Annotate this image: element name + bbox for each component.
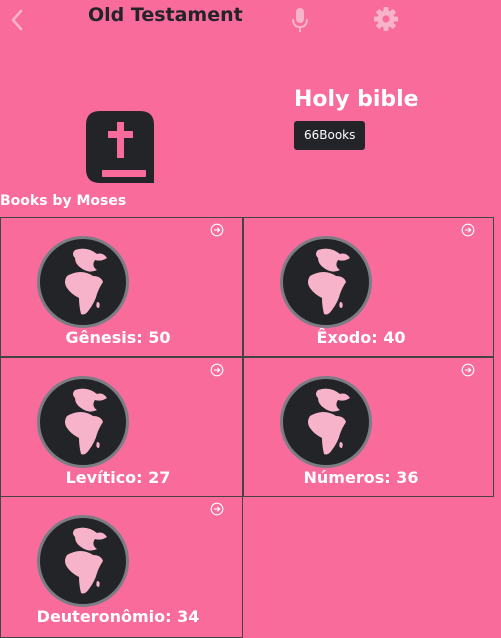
page-title: Old Testament	[88, 4, 243, 26]
globe-icon	[37, 236, 129, 328]
book-card-label: Êxodo: 40	[316, 328, 406, 347]
globe-icon	[280, 376, 372, 468]
bible-logo	[86, 111, 154, 183]
book-card-4[interactable]: Números: 36	[243, 357, 494, 497]
settings-button[interactable]	[372, 5, 400, 33]
bible-cross-icon	[86, 111, 154, 183]
book-card-3[interactable]: Levítico: 27	[0, 357, 243, 497]
globe-icon	[37, 376, 129, 468]
arrow-circle-right-icon	[210, 223, 224, 237]
app-title: Holy bible	[294, 87, 419, 112]
book-card-2[interactable]: Êxodo: 40	[243, 217, 494, 357]
arrow-circle-right-icon	[210, 502, 224, 516]
voice-search-button[interactable]	[288, 6, 312, 34]
books-count-badge: 66Books	[294, 121, 366, 150]
arrow-circle-right-icon	[461, 363, 475, 377]
chevron-left-icon	[11, 9, 23, 31]
book-card-label: Números: 36	[303, 468, 419, 487]
gear-icon	[374, 7, 398, 31]
book-card-5[interactable]: Deuteronômio: 34	[0, 496, 243, 638]
book-card-1[interactable]: Gênesis: 50	[0, 217, 243, 357]
arrow-circle-right-icon	[461, 223, 475, 237]
arrow-circle-right-icon	[210, 363, 224, 377]
book-card-label: Gênesis: 50	[65, 328, 171, 347]
microphone-icon	[292, 8, 308, 32]
section-title: Books by Moses	[0, 193, 127, 209]
book-card-label: Deuteronômio: 34	[36, 607, 200, 626]
back-button[interactable]	[6, 6, 28, 34]
globe-icon	[280, 236, 372, 328]
book-card-label: Levítico: 27	[65, 468, 171, 487]
globe-icon	[37, 515, 129, 607]
